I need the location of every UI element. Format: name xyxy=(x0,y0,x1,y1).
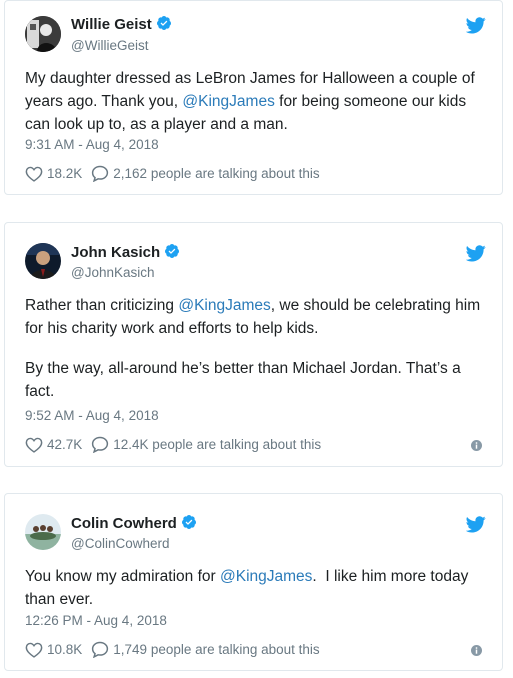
timestamp[interactable]: 9:52 AM - Aug 4, 2018 xyxy=(25,408,159,423)
heart-icon xyxy=(25,437,43,453)
avatar[interactable] xyxy=(25,16,61,52)
reply-button[interactable]: 2,162 people are talking about this xyxy=(91,165,320,182)
avatar-image xyxy=(25,16,61,52)
tweet-text-part: You know my admiration for xyxy=(25,568,220,585)
timestamp[interactable]: 9:31 AM - Aug 4, 2018 xyxy=(25,137,159,152)
verified-badge-icon xyxy=(156,16,171,30)
reply-bubble-icon xyxy=(92,436,109,453)
tweet-paragraph: My daughter dressed as LeBron James for … xyxy=(25,67,485,136)
tweet-text-part: Rather than criticizing xyxy=(25,297,179,314)
display-name-text[interactable]: John Kasich xyxy=(71,244,160,261)
twitter-bird-icon[interactable] xyxy=(466,245,486,262)
user-handle[interactable]: @WillieGeist xyxy=(71,38,148,53)
like-count: 10.8K xyxy=(47,642,83,657)
avatar-image xyxy=(25,243,61,279)
twitter-bird-icon[interactable] xyxy=(466,516,486,533)
display-name[interactable]: Colin Cowherd xyxy=(71,514,197,532)
mention-link[interactable]: @KingJames xyxy=(178,297,270,314)
tweet-actions: 10.8K 1,749 people are talking about thi… xyxy=(25,641,320,658)
avatar-image xyxy=(25,514,61,550)
talking-count: 12.4K people are talking about this xyxy=(113,437,322,452)
avatar[interactable] xyxy=(25,243,61,279)
talking-count: 2,162 people are talking about this xyxy=(113,166,320,181)
like-button[interactable]: 42.7K xyxy=(25,437,82,453)
mention-link[interactable]: @KingJames xyxy=(182,93,274,110)
display-name-text[interactable]: Colin Cowherd xyxy=(71,515,177,532)
tweet-card-colin-cowherd: Colin Cowherd @ColinCowherd You know my … xyxy=(4,493,503,671)
twitter-bird-icon[interactable] xyxy=(466,17,486,34)
reply-button[interactable]: 1,749 people are talking about this xyxy=(91,641,320,658)
tweet-card-john-kasich: John Kasich @JohnKasich Rather than crit… xyxy=(4,222,503,467)
timestamp[interactable]: 12:26 PM - Aug 4, 2018 xyxy=(25,613,167,628)
heart-icon xyxy=(25,642,43,658)
display-name[interactable]: John Kasich xyxy=(71,243,180,261)
tweet-text: You know my admiration for @KingJames. I… xyxy=(25,565,485,611)
reply-bubble-icon xyxy=(92,641,109,658)
like-count: 42.7K xyxy=(47,437,83,452)
tweet-actions: 18.2K 2,162 people are talking about thi… xyxy=(25,165,320,182)
heart-icon xyxy=(25,166,43,182)
info-icon[interactable] xyxy=(471,645,482,656)
info-icon[interactable] xyxy=(471,440,482,451)
avatar[interactable] xyxy=(25,514,61,550)
mention-link[interactable]: @KingJames xyxy=(220,568,312,585)
verified-badge-icon xyxy=(165,244,180,258)
display-name[interactable]: Willie Geist xyxy=(71,15,172,33)
tweet-paragraph: You know my admiration for @KingJames. I… xyxy=(25,565,485,611)
like-button[interactable]: 10.8K xyxy=(25,642,82,658)
tweet-paragraph: Rather than criticizing @KingJames, we s… xyxy=(25,294,485,340)
tweet-text: Rather than criticizing @KingJames, we s… xyxy=(25,294,485,403)
reply-bubble-icon xyxy=(92,165,109,182)
tweet-paragraph: By the way, all-around he’s better than … xyxy=(25,360,461,400)
user-handle[interactable]: @ColinCowherd xyxy=(71,536,170,551)
verified-badge-icon xyxy=(181,515,196,529)
like-count: 18.2K xyxy=(47,166,83,181)
reply-button[interactable]: 12.4K people are talking about this xyxy=(91,436,321,453)
talking-count: 1,749 people are talking about this xyxy=(113,642,320,657)
tweet-text: My daughter dressed as LeBron James for … xyxy=(25,67,485,136)
like-button[interactable]: 18.2K xyxy=(25,166,82,182)
tweet-actions: 42.7K 12.4K people are talking about thi… xyxy=(25,436,321,453)
tweet-card-willie-geist: Willie Geist @WillieGeist My daughter dr… xyxy=(4,0,503,195)
display-name-text[interactable]: Willie Geist xyxy=(71,16,152,33)
user-handle[interactable]: @JohnKasich xyxy=(71,265,155,280)
